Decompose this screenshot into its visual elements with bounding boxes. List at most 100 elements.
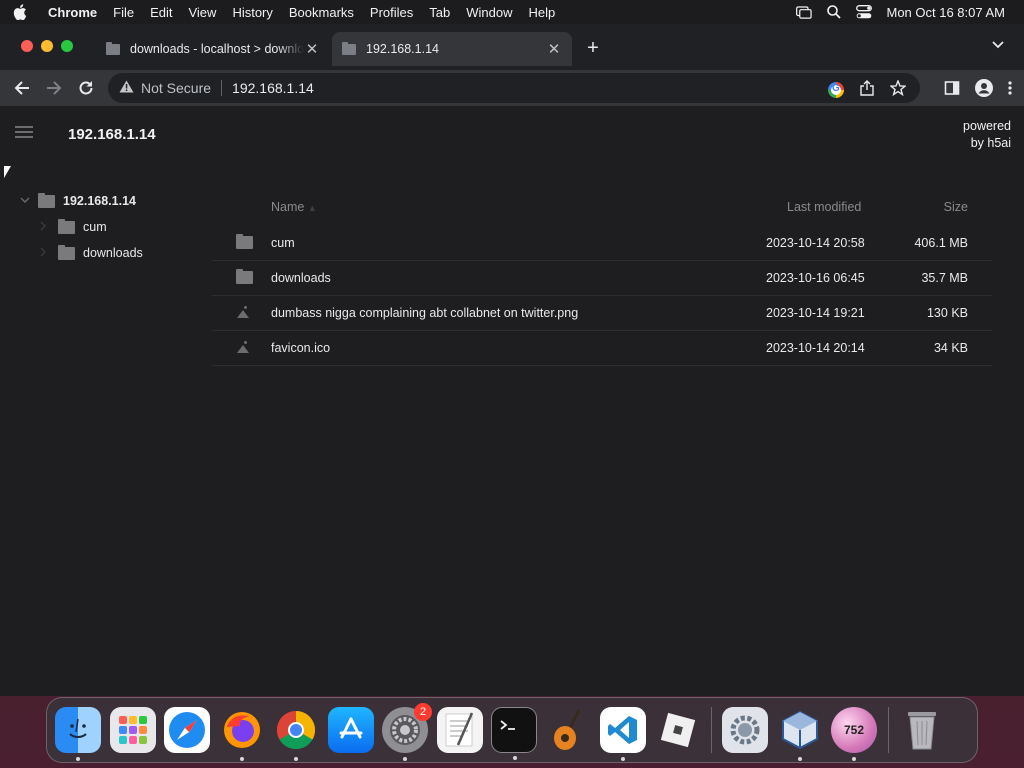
firefox-icon[interactable]	[219, 707, 265, 761]
menu-view[interactable]: View	[180, 5, 224, 20]
menu-tab[interactable]: Tab	[421, 5, 458, 20]
menubar-clock[interactable]: Mon Oct 16 8:07 AM	[886, 5, 1005, 20]
browser-toolbar: Not Secure 192.168.1.14 G	[0, 70, 1024, 106]
image-file-icon	[236, 306, 250, 318]
folder-icon	[58, 244, 75, 260]
tree-item-label: downloads	[83, 246, 143, 260]
chevron-right-icon[interactable]	[40, 221, 52, 234]
h5ai-page: 192.168.1.14 powered by h5ai 192.168.1.1…	[0, 106, 1024, 696]
security-label[interactable]: Not Secure	[141, 80, 211, 96]
new-tab-button[interactable]: +	[582, 37, 604, 60]
apple-menu-icon[interactable]	[0, 4, 40, 20]
menu-edit[interactable]: Edit	[142, 5, 180, 20]
item-name[interactable]: favicon.ico	[271, 341, 330, 355]
system-settings-icon[interactable]: 2	[382, 703, 432, 761]
powered-by-link[interactable]: powered by h5ai	[963, 118, 1011, 152]
spotlight-search-icon[interactable]	[826, 5, 842, 19]
item-name[interactable]: dumbass nigga complaining abt collabnet …	[271, 306, 578, 320]
tab-downloads[interactable]: downloads - localhost > downloads ✕	[96, 32, 330, 66]
tab-title: 192.168.1.14	[366, 42, 439, 56]
profile-avatar-icon[interactable]	[974, 78, 994, 103]
chrome-icon[interactable]	[273, 707, 319, 761]
counter-app-icon[interactable]: 752	[831, 707, 877, 761]
launchpad-icon[interactable]	[109, 707, 156, 753]
listing-header: Name ▲ Last modified Size	[212, 188, 992, 226]
window-controls	[21, 40, 73, 52]
chrome-window: downloads - localhost > downloads ✕ 192.…	[0, 24, 1024, 696]
roblox-icon[interactable]	[655, 707, 701, 753]
table-row[interactable]: favicon.ico 2023-10-14 20:14 34 KB	[212, 331, 992, 366]
textedit-icon[interactable]	[436, 707, 483, 753]
reload-icon[interactable]	[76, 78, 96, 98]
control-center-icon[interactable]	[856, 5, 873, 19]
folder-icon	[342, 41, 356, 55]
virtualbox-icon[interactable]	[777, 707, 823, 761]
sort-arrow-icon: ▲	[307, 203, 317, 213]
menu-help[interactable]: Help	[521, 5, 564, 20]
table-row[interactable]: cum 2023-10-14 20:58 406.1 MB	[212, 226, 992, 261]
fullscreen-window-button[interactable]	[61, 40, 73, 52]
tab-192-168-1-14[interactable]: 192.168.1.14 ✕	[332, 32, 572, 66]
safari-icon[interactable]	[164, 707, 210, 753]
item-modified: 2023-10-16 06:45	[766, 271, 865, 285]
close-tab-icon[interactable]: ✕	[546, 41, 562, 58]
tree-item-root[interactable]: 192.168.1.14	[20, 188, 143, 214]
screen-mirroring-icon[interactable]	[796, 5, 813, 19]
google-lens-icon[interactable]: G	[828, 81, 844, 98]
image-file-icon	[236, 341, 250, 353]
more-menu-icon[interactable]	[1008, 80, 1012, 101]
item-size: 34 KB	[933, 341, 968, 355]
folder-icon	[38, 192, 55, 208]
item-name[interactable]: downloads	[271, 271, 331, 285]
terminal-icon[interactable]	[491, 707, 537, 760]
chevron-right-icon[interactable]	[40, 247, 52, 260]
trash-icon[interactable]	[899, 707, 945, 753]
address-bar[interactable]: Not Secure 192.168.1.14 G	[108, 73, 920, 103]
finder-icon[interactable]	[55, 707, 101, 761]
macos-dock: 2 752	[46, 697, 978, 763]
folder-icon	[106, 41, 120, 55]
omnibox-divider	[221, 80, 223, 96]
item-size: 130 KB	[926, 306, 968, 320]
item-name[interactable]: cum	[271, 236, 295, 250]
url-text[interactable]: 192.168.1.14	[232, 80, 314, 96]
sort-by-name[interactable]: Name ▲	[271, 200, 317, 214]
sort-by-last-modified[interactable]: Last modified	[787, 200, 861, 214]
menu-bookmarks[interactable]: Bookmarks	[281, 5, 362, 20]
sort-by-size[interactable]: Size	[944, 200, 968, 214]
tree-item-label: 192.168.1.14	[63, 194, 136, 208]
minimize-window-button[interactable]	[41, 40, 53, 52]
close-tab-icon[interactable]: ✕	[304, 41, 320, 58]
tab-search-chevron-icon[interactable]	[992, 38, 1004, 52]
chevron-down-icon[interactable]	[20, 196, 32, 207]
bookmark-star-icon[interactable]	[889, 79, 907, 99]
hamburger-menu-icon[interactable]	[15, 126, 33, 141]
macos-menu-bar: Chrome File Edit View History Bookmarks …	[0, 0, 1024, 24]
system-preferences-gear-icon[interactable]	[722, 707, 768, 753]
page-title: 192.168.1.14	[68, 126, 156, 143]
not-secure-warning-icon[interactable]	[119, 80, 135, 96]
vscode-icon[interactable]	[600, 707, 646, 761]
app-store-icon[interactable]	[327, 707, 374, 753]
table-row[interactable]: downloads 2023-10-16 06:45 35.7 MB	[212, 261, 992, 296]
share-icon[interactable]	[860, 80, 874, 99]
back-arrow-icon[interactable]	[12, 78, 32, 98]
item-size: 406.1 MB	[914, 236, 968, 250]
forward-arrow-icon[interactable]	[44, 78, 64, 98]
side-panel-icon[interactable]	[944, 80, 960, 101]
garageband-icon[interactable]	[546, 707, 592, 753]
tab-title: downloads - localhost > downloads	[130, 42, 304, 56]
menu-app-name[interactable]: Chrome	[40, 5, 105, 20]
menu-window[interactable]: Window	[458, 5, 520, 20]
table-row[interactable]: dumbass nigga complaining abt collabnet …	[212, 296, 992, 331]
menu-file[interactable]: File	[105, 5, 142, 20]
menu-history[interactable]: History	[224, 5, 280, 20]
menu-profiles[interactable]: Profiles	[362, 5, 421, 20]
item-modified: 2023-10-14 20:14	[766, 341, 865, 355]
tree-item-downloads[interactable]: downloads	[20, 240, 143, 266]
tree-item-cum[interactable]: cum	[20, 214, 143, 240]
folder-tree: 192.168.1.14 cum downloads	[20, 188, 143, 266]
close-window-button[interactable]	[21, 40, 33, 52]
item-modified: 2023-10-14 20:58	[766, 236, 865, 250]
tab-strip: downloads - localhost > downloads ✕ 192.…	[0, 24, 1024, 70]
